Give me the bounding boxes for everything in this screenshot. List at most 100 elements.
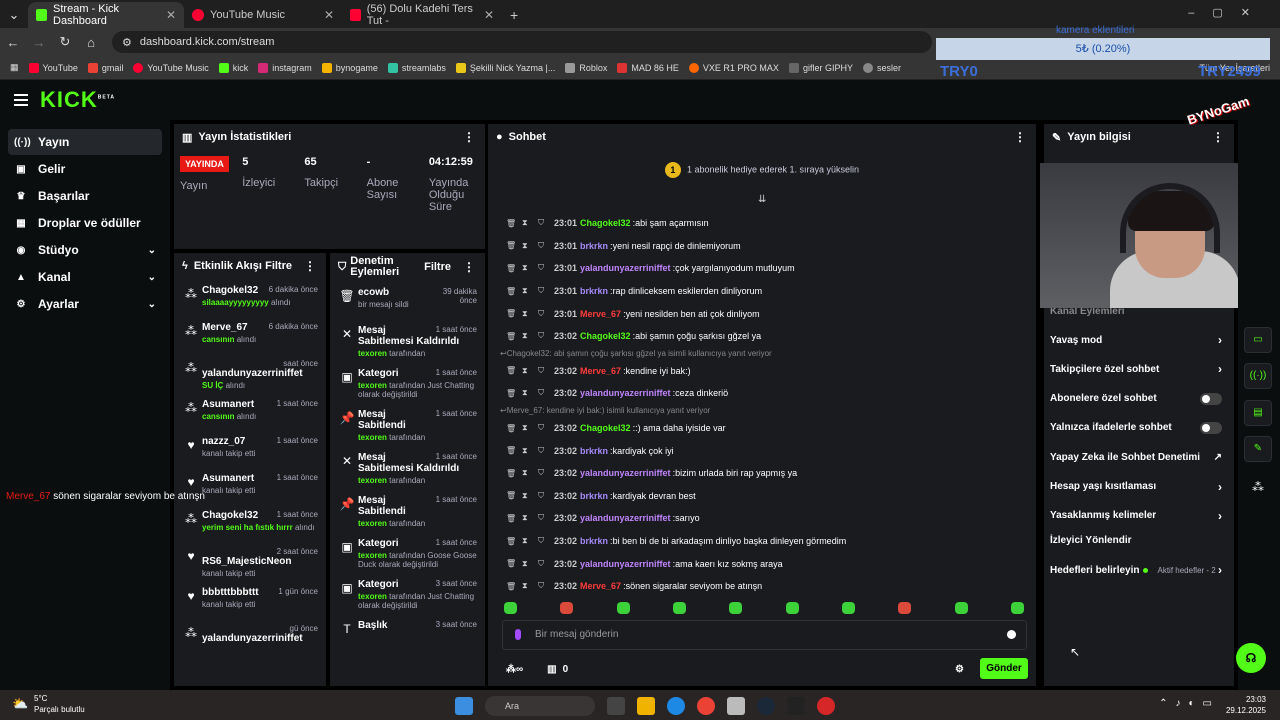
delete-icon[interactable]: 🗑 xyxy=(506,264,518,273)
ban-icon[interactable]: ⛉ xyxy=(538,446,550,456)
back-icon[interactable]: ← xyxy=(0,35,26,50)
message-user[interactable]: yalandunyazerriniffet xyxy=(580,559,671,569)
info-row-0[interactable]: Yavaş mod › xyxy=(1050,328,1228,352)
ban-icon[interactable]: ⛉ xyxy=(538,241,550,251)
steam-icon[interactable] xyxy=(757,697,775,715)
message-user[interactable]: Chagokel32 xyxy=(580,331,631,341)
sidebar-item-ayarlar[interactable]: ⚙ Ayarlar ⌄ xyxy=(8,291,162,317)
delete-icon[interactable]: 🗑 xyxy=(506,424,518,433)
timeout-icon[interactable]: ⧗ xyxy=(522,263,534,273)
timeout-icon[interactable]: ⧗ xyxy=(522,366,534,376)
gear-icon[interactable]: ⚙ xyxy=(955,664,964,675)
ban-icon[interactable]: ⛉ xyxy=(538,423,550,433)
delete-icon[interactable]: 🗑 xyxy=(506,366,518,375)
message-user[interactable]: brkrkn xyxy=(580,241,608,251)
emote-icon[interactable] xyxy=(785,602,799,614)
timeout-icon[interactable]: ⧗ xyxy=(522,491,534,501)
ban-icon[interactable]: ⛉ xyxy=(538,513,550,523)
reload-icon[interactable]: ↻ xyxy=(52,34,78,50)
more-icon[interactable]: ⋮ xyxy=(1212,130,1224,144)
timeout-icon[interactable]: ⧗ xyxy=(522,218,534,228)
ban-icon[interactable]: ⛉ xyxy=(538,331,550,341)
ban-icon[interactable]: ⛉ xyxy=(538,218,550,228)
ban-icon[interactable]: ⛉ xyxy=(538,536,550,546)
kick-points-icon[interactable]: ⁂∞ xyxy=(506,664,523,675)
message-user[interactable]: Merve_67 xyxy=(580,309,621,319)
timeout-icon[interactable]: ⧗ xyxy=(522,536,534,546)
bookmark-kick[interactable]: kick xyxy=(218,62,248,73)
chat-input[interactable]: Bir mesaj gönderin xyxy=(502,620,1027,650)
timeout-icon[interactable]: ⧗ xyxy=(522,388,534,398)
timeout-icon[interactable]: ⧗ xyxy=(522,513,534,523)
sidebar-item-yayin[interactable]: ((·)) Yayın xyxy=(8,129,162,155)
start-icon[interactable] xyxy=(455,697,473,715)
taskbar-search[interactable]: Ara xyxy=(485,696,595,716)
delete-icon[interactable]: 🗑 xyxy=(506,514,518,523)
message-user[interactable]: brkrkn xyxy=(580,446,608,456)
message-user[interactable]: Chagokel32 xyxy=(580,423,631,433)
bookmark-giphy[interactable]: gifler GIPHY xyxy=(788,62,853,73)
bookmark-youtube-music[interactable]: YouTube Music xyxy=(133,62,209,73)
ban-icon[interactable]: ⛉ xyxy=(538,263,550,273)
moderator-name[interactable]: texoren xyxy=(358,476,387,485)
delete-icon[interactable]: 🗑 xyxy=(506,559,518,568)
timeout-icon[interactable]: ⧗ xyxy=(522,468,534,478)
delete-icon[interactable]: 🗑 xyxy=(506,287,518,296)
microphone-icon[interactable] xyxy=(515,629,521,640)
kick-logo[interactable]: KICKBETA xyxy=(40,87,115,113)
ban-icon[interactable]: ⛉ xyxy=(538,366,550,376)
delete-icon[interactable]: 🗑 xyxy=(506,537,518,546)
tab-kick-dashboard[interactable]: Stream - Kick Dashboard ✕ xyxy=(28,2,184,28)
timeout-icon[interactable]: ⧗ xyxy=(522,446,534,456)
store-icon[interactable]: ▥ xyxy=(547,664,556,675)
info-row-8[interactable]: Hedefleri belirleyin Aktif hedefler - 2 › xyxy=(1050,558,1228,582)
tab-youtube-video[interactable]: (56) Dolu Kadehi Ters Tut - ✕ xyxy=(342,2,502,28)
moderator-name[interactable]: texoren xyxy=(358,551,387,560)
toggle-switch[interactable] xyxy=(1200,392,1222,405)
kick-points-icon[interactable]: ⁂ xyxy=(1252,480,1264,494)
home-icon[interactable]: ⌂ xyxy=(78,35,104,50)
timeout-icon[interactable]: ⧗ xyxy=(522,423,534,433)
toggle-switch[interactable] xyxy=(1200,421,1222,434)
moderator-name[interactable]: texoren xyxy=(358,381,387,390)
bookmark-vxe[interactable]: VXE R1 PRO MAX xyxy=(688,62,779,73)
message-user[interactable]: Merve_67 xyxy=(580,581,621,591)
emote-icon[interactable] xyxy=(954,602,968,614)
ban-icon[interactable]: ⛉ xyxy=(538,581,550,591)
more-icon[interactable]: ⋮ xyxy=(304,259,316,273)
pinned-leaderboard[interactable]: 1 1 abonelik hediye ederek 1. sıraya yüks… xyxy=(488,162,1036,178)
tab-list-button[interactable]: ⌄ xyxy=(0,2,28,28)
streamlabs-icon[interactable] xyxy=(817,697,835,715)
ban-icon[interactable]: ⛉ xyxy=(538,468,550,478)
chrome-icon[interactable] xyxy=(697,697,715,715)
delete-icon[interactable]: 🗑 xyxy=(506,241,518,250)
moderator-name[interactable]: texoren xyxy=(358,519,387,528)
edge-icon[interactable] xyxy=(667,697,685,715)
message-user[interactable]: yalandunyazerriniffet xyxy=(580,513,671,523)
close-tab-icon[interactable]: ✕ xyxy=(324,8,334,22)
emote-icon[interactable] xyxy=(841,602,855,614)
emote-icon[interactable] xyxy=(560,602,574,614)
delete-icon[interactable]: 🗑 xyxy=(506,491,518,500)
more-icon[interactable]: ⋮ xyxy=(463,130,475,144)
emote-icon[interactable] xyxy=(616,602,630,614)
timeout-icon[interactable]: ⧗ xyxy=(522,559,534,569)
ban-icon[interactable]: ⛉ xyxy=(538,491,550,501)
delete-icon[interactable]: 🗑 xyxy=(506,219,518,228)
moderator-name[interactable]: texoren xyxy=(358,349,387,358)
message-user[interactable]: brkrkn xyxy=(580,536,608,546)
bookmark-sekilli-nick[interactable]: Şekilli Nick Yazma |... xyxy=(455,62,555,73)
widgets-icon[interactable] xyxy=(607,697,625,715)
message-user[interactable]: Chagokel32 xyxy=(580,218,631,228)
sidebar-item-basarilar[interactable]: ♛ Başarılar xyxy=(8,183,162,209)
clock[interactable]: 23:03 29.12.2025 xyxy=(1226,694,1266,716)
apps-icon[interactable]: ▦ xyxy=(10,62,19,73)
system-tray[interactable]: ⌃♪◐▭ xyxy=(1159,698,1220,709)
delete-icon[interactable]: 🗑 xyxy=(506,446,518,455)
info-row-5[interactable]: Hesap yaşı kısıtlaması › xyxy=(1050,475,1228,499)
bookmark-instagram[interactable]: instagram xyxy=(258,62,312,73)
filter-button[interactable]: Filtre xyxy=(265,260,292,272)
info-row-6[interactable]: Yasaklanmış kelimeler › xyxy=(1050,504,1228,528)
message-user[interactable]: yalandunyazerriniffet xyxy=(580,263,671,273)
forward-icon[interactable]: → xyxy=(26,35,52,50)
